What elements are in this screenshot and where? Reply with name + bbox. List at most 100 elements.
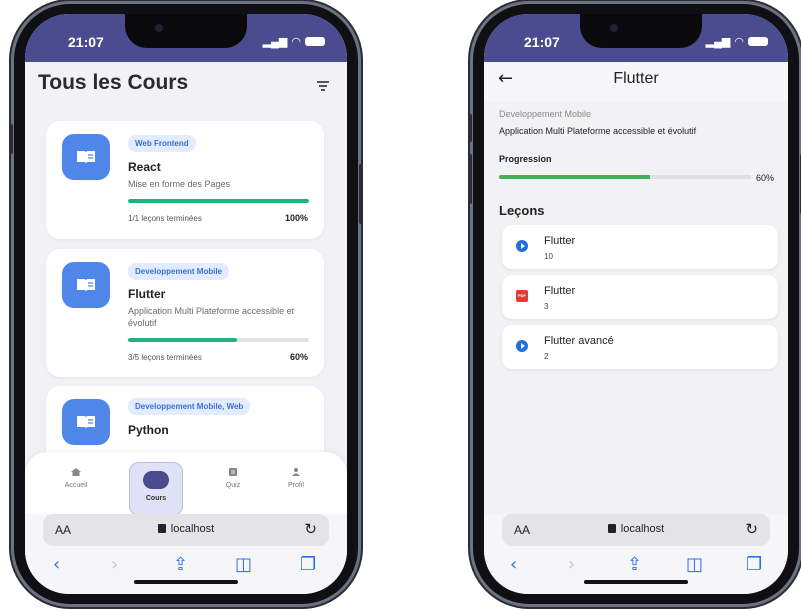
progress-label: Progression xyxy=(499,154,552,164)
battery-icon xyxy=(748,37,768,46)
course-card-react[interactable]: Web Frontend React Mise en forme des Pag… xyxy=(46,121,324,239)
address-bar[interactable]: AA localhost ↻ xyxy=(43,514,329,546)
volume-button xyxy=(9,124,13,154)
book-icon xyxy=(62,399,110,445)
forward-icon[interactable]: › xyxy=(568,554,575,575)
lesson-count: 10 xyxy=(544,252,553,261)
course-title: React xyxy=(128,160,161,174)
course-progress-bar xyxy=(128,338,309,342)
browser-toolbar: AA localhost ↻ ‹ › ⇪ ◫ ❐ xyxy=(484,514,788,594)
share-icon[interactable]: ⇪ xyxy=(627,554,642,575)
book-icon xyxy=(62,262,110,308)
right-screen: 21:07 ▂▄▆ ◠ ← Flutter Developpement Mobi… xyxy=(484,14,788,594)
play-icon xyxy=(516,240,528,252)
course-progress-fill xyxy=(128,338,237,342)
status-bar: 21:07 ▂▄▆ ◠ xyxy=(25,14,347,62)
course-progress-fill xyxy=(128,199,309,203)
pdf-icon xyxy=(516,290,528,302)
course-description: Application Multi Plateforme accessible … xyxy=(128,306,295,328)
lesson-count: 2 xyxy=(544,352,549,361)
back-icon[interactable]: ‹ xyxy=(53,554,60,575)
course-percent: 100% xyxy=(284,213,308,223)
course-lessons-count: 3/5 leçons terminées xyxy=(128,353,202,362)
course-tag: Developpement Mobile, Web xyxy=(128,398,251,415)
lesson-name: Flutter xyxy=(544,235,576,247)
notch xyxy=(580,14,702,48)
course-tag: Web Frontend xyxy=(128,135,196,152)
address-bar[interactable]: AA localhost ↻ xyxy=(502,514,770,546)
signal-icon: ▂▄▆ xyxy=(705,36,731,48)
tabs-icon[interactable]: ❐ xyxy=(300,554,316,575)
home-icon xyxy=(71,468,81,476)
wifi-icon: ◠ xyxy=(291,36,301,48)
wifi-icon: ◠ xyxy=(734,36,744,48)
signal-icon: ▂▄▆ xyxy=(262,36,288,48)
course-description: Mise en forme des Pages xyxy=(128,179,231,189)
nav-label: Accueil xyxy=(64,482,88,489)
quiz-icon xyxy=(229,468,237,476)
app-header: ← Flutter xyxy=(484,62,788,102)
course-title: Python xyxy=(128,423,169,437)
course-title: Flutter xyxy=(128,287,166,301)
status-icons: ▂▄▆ ◠ xyxy=(706,35,768,48)
lesson-item[interactable]: Flutter avancé 2 xyxy=(502,325,778,369)
url-display: localhost xyxy=(502,523,770,535)
camera xyxy=(610,24,618,32)
course-tag: Developpement Mobile xyxy=(128,263,230,280)
url-display: localhost xyxy=(43,523,329,535)
book-icon xyxy=(62,134,110,180)
lock-icon xyxy=(607,524,616,533)
course-category: Developpement Mobile xyxy=(499,109,592,119)
url-text: localhost xyxy=(170,523,215,535)
nav-quiz[interactable]: Quiz xyxy=(205,468,261,489)
camera xyxy=(155,24,163,32)
course-percent: 60% xyxy=(289,352,308,362)
share-icon[interactable]: ⇪ xyxy=(173,554,188,575)
forward-icon[interactable]: › xyxy=(111,554,118,575)
notch xyxy=(125,14,247,48)
browser-toolbar: AA localhost ↻ ‹ › ⇪ ◫ ❐ xyxy=(25,514,347,594)
page-title: Flutter xyxy=(613,70,659,87)
bookmarks-icon[interactable]: ◫ xyxy=(686,554,703,575)
url-text: localhost xyxy=(620,523,665,535)
power-button xyxy=(359,164,363,224)
progress-percent: 60% xyxy=(755,173,774,183)
lesson-name: Flutter avancé xyxy=(544,335,614,347)
home-indicator xyxy=(134,580,238,584)
battery-icon xyxy=(305,37,325,46)
filter-icon[interactable] xyxy=(317,81,329,93)
lesson-count: 3 xyxy=(544,302,549,311)
nav-cours[interactable]: Cours xyxy=(129,462,183,516)
app-header: Tous les Cours xyxy=(25,62,347,104)
page-title: Tous les Cours xyxy=(38,71,189,94)
course-progress-fill xyxy=(499,175,651,179)
course-description: Application Multi Plateforme accessible … xyxy=(499,126,697,136)
reload-icon[interactable]: ↻ xyxy=(304,520,317,538)
reload-icon[interactable]: ↻ xyxy=(745,520,758,538)
nav-label: Cours xyxy=(145,495,167,502)
nav-label: Quiz xyxy=(225,482,241,489)
course-progress-bar xyxy=(499,175,751,179)
course-card-flutter[interactable]: Developpement Mobile Flutter Application… xyxy=(46,249,324,377)
person-icon xyxy=(292,468,300,476)
play-icon xyxy=(516,340,528,352)
bookmarks-icon[interactable]: ◫ xyxy=(235,554,252,575)
tabs-icon[interactable]: ❐ xyxy=(746,554,762,575)
left-screen: 21:07 ▂▄▆ ◠ Tous les Cours Web Frontend … xyxy=(25,14,347,594)
phone-right: 21:07 ▂▄▆ ◠ ← Flutter Developpement Mobi… xyxy=(468,4,801,604)
lessons-heading: Leçons xyxy=(499,203,545,218)
status-time: 21:07 xyxy=(524,34,560,50)
status-icons: ▂▄▆ ◠ xyxy=(263,35,325,48)
book-icon xyxy=(143,471,169,489)
lock-icon xyxy=(157,524,166,533)
nav-profil[interactable]: Profil xyxy=(268,468,324,489)
status-time: 21:07 xyxy=(68,34,104,50)
course-lessons-count: 1/1 leçons terminées xyxy=(128,214,202,223)
lesson-item[interactable]: Flutter 10 xyxy=(502,225,778,269)
nav-label: Profil xyxy=(288,482,304,489)
back-icon[interactable]: ‹ xyxy=(510,554,517,575)
nav-accueil[interactable]: Accueil xyxy=(48,468,104,489)
volume-button xyxy=(468,114,472,142)
lesson-item[interactable]: Flutter 3 xyxy=(502,275,778,319)
volume-button xyxy=(468,154,472,204)
